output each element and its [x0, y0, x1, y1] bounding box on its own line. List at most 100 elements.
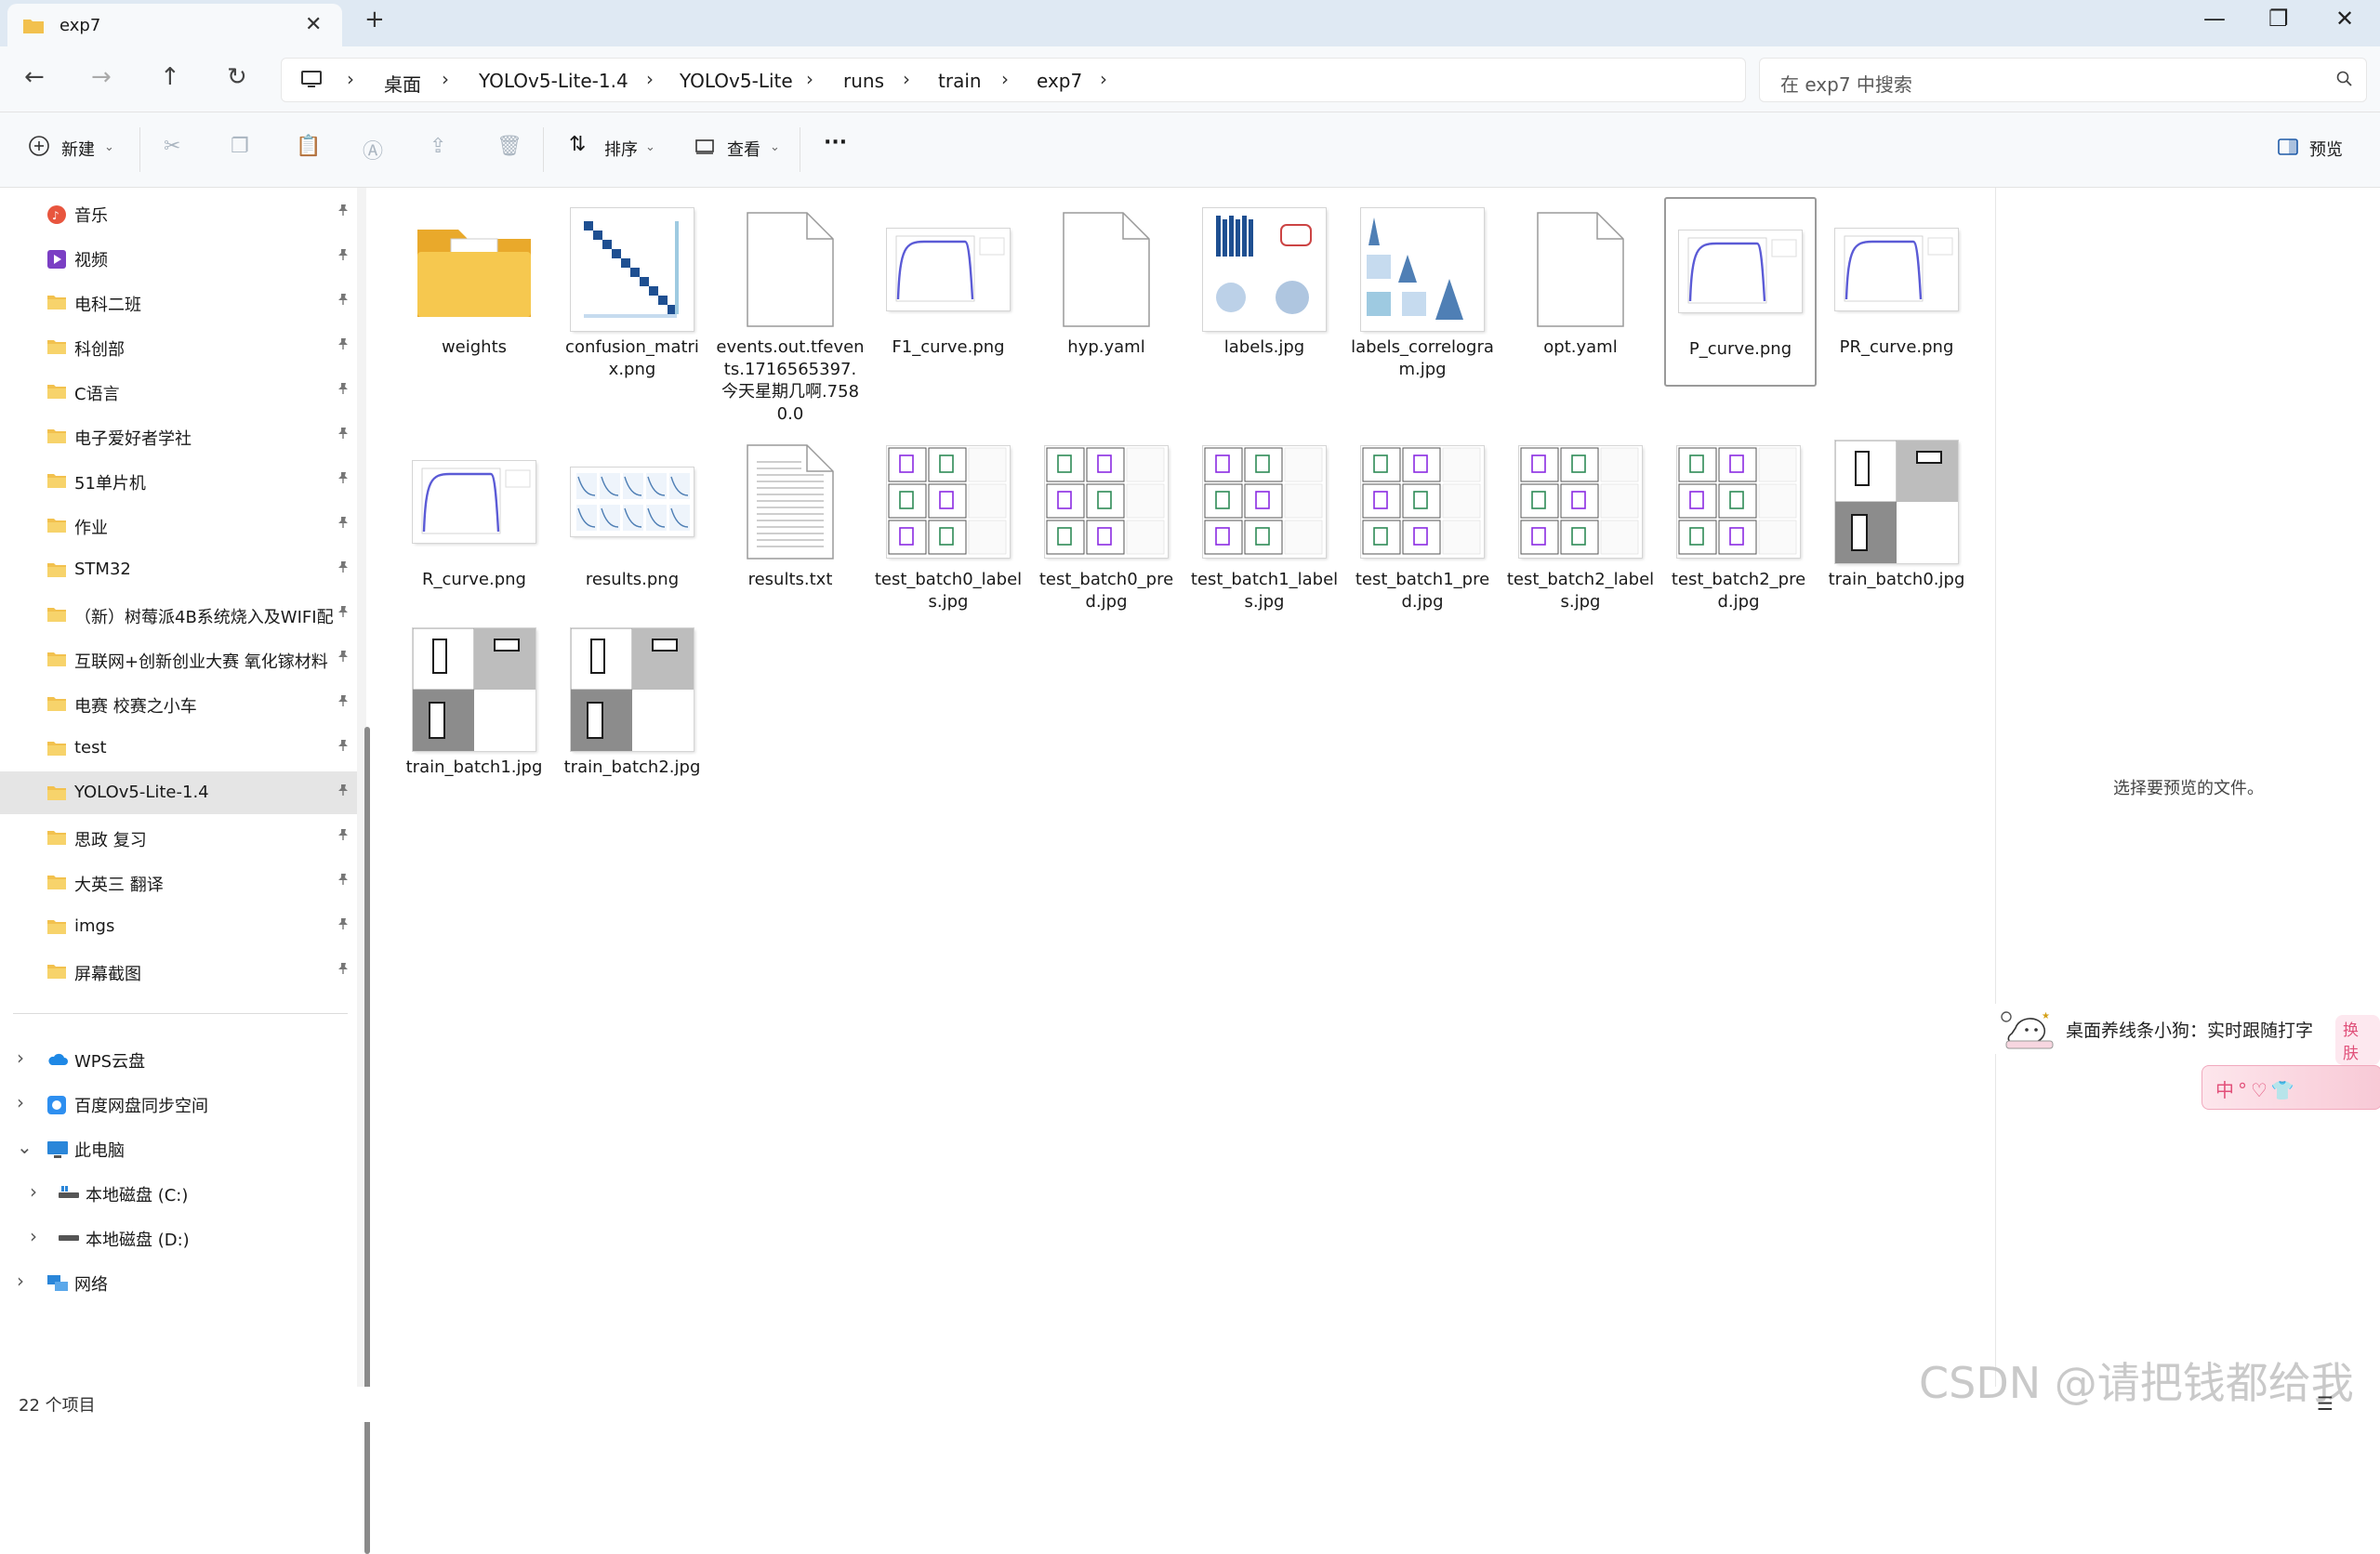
- file-item[interactable]: test_batch1_labels.jpg: [1190, 429, 1339, 615]
- sidebar-item[interactable]: 科创部: [0, 325, 357, 368]
- file-item[interactable]: labels.jpg: [1190, 197, 1339, 383]
- paste-icon[interactable]: 📋: [296, 135, 321, 158]
- chevron-right-icon[interactable]: ›: [17, 1047, 24, 1069]
- sidebar-item[interactable]: （新）树莓派4B系统烧入及WIFI配: [0, 593, 357, 636]
- tab-exp7[interactable]: exp7 ✕: [7, 4, 342, 46]
- file-item[interactable]: PR_curve.png: [1822, 197, 1971, 383]
- address-bar[interactable]: › 桌面 › YOLOv5-Lite-1.4 › YOLOv5-Lite › r…: [281, 58, 1746, 102]
- chevron-down-icon[interactable]: ⌄: [17, 1136, 33, 1158]
- tree-item[interactable]: › 本地磁盘 (D:): [0, 1216, 357, 1258]
- sidebar-item[interactable]: 电子爱好者学社: [0, 415, 357, 457]
- sidebar-item[interactable]: ♪ 音乐: [0, 191, 357, 234]
- breadcrumb-exp7[interactable]: exp7: [1037, 70, 1082, 92]
- tab-close-icon[interactable]: ✕: [305, 13, 322, 36]
- cut-icon[interactable]: ✂: [164, 135, 180, 158]
- delete-icon[interactable]: 🗑: [496, 135, 522, 158]
- sidebar-item[interactable]: 电赛 校赛之小车: [0, 682, 357, 725]
- computer-icon: [300, 70, 323, 94]
- pin-icon: [337, 560, 350, 577]
- scrollbar-thumb[interactable]: [364, 727, 370, 1554]
- sort-button[interactable]: 排序: [604, 137, 638, 161]
- tree-item-label: 本地磁盘 (C:): [86, 1186, 189, 1205]
- sidebar-item[interactable]: STM32: [0, 548, 357, 591]
- file-item[interactable]: events.out.tfevents.1716565397.今天星期几啊.75…: [716, 197, 865, 424]
- sidebar-item[interactable]: 互联网+创新创业大赛 氧化镓材料: [0, 638, 357, 680]
- breadcrumb-runs[interactable]: runs: [843, 70, 884, 92]
- file-item[interactable]: test_batch2_pred.jpg: [1664, 429, 1813, 615]
- sidebar-item[interactable]: C语言: [0, 370, 357, 413]
- minimize-button[interactable]: —: [2203, 6, 2226, 32]
- tree-item[interactable]: ⌄ 此电脑: [0, 1126, 357, 1169]
- file-item[interactable]: test_batch0_pred.jpg: [1032, 429, 1181, 615]
- view-button[interactable]: 查看: [727, 137, 760, 161]
- file-item[interactable]: hyp.yaml: [1032, 197, 1181, 383]
- file-item[interactable]: labels_correlogram.jpg: [1348, 197, 1497, 383]
- sidebar-item-label: 屏幕截图: [74, 965, 141, 984]
- close-window-button[interactable]: ✕: [2335, 6, 2354, 32]
- file-name: F1_curve.png: [892, 337, 1005, 357]
- chevron-right-icon[interactable]: ›: [30, 1180, 37, 1203]
- sidebar-item[interactable]: test: [0, 727, 357, 770]
- dog-mascot-icon: ★: [1999, 1009, 2064, 1056]
- file-item[interactable]: results.txt: [716, 429, 865, 615]
- folder-icon: [46, 874, 67, 894]
- file-item[interactable]: test_batch1_pred.jpg: [1348, 429, 1497, 615]
- file-item[interactable]: opt.yaml: [1506, 197, 1655, 383]
- more-options-button[interactable]: ···: [824, 131, 847, 154]
- breadcrumb-desktop[interactable]: 桌面: [384, 70, 421, 97]
- preview-button[interactable]: 预览: [2309, 137, 2343, 161]
- sidebar-item[interactable]: 视频: [0, 236, 357, 279]
- tree-item-label: 百度网盘同步空间: [74, 1097, 208, 1116]
- share-icon[interactable]: ⇪: [430, 135, 446, 158]
- tree-item[interactable]: › WPS云盘: [0, 1037, 357, 1080]
- sidebar-item[interactable]: YOLOv5-Lite-1.4: [0, 771, 357, 814]
- folder-icon: [46, 963, 67, 983]
- chevron-right-icon[interactable]: ›: [30, 1225, 37, 1247]
- chevron-right-icon[interactable]: ›: [17, 1270, 24, 1292]
- file-item[interactable]: R_curve.png: [400, 429, 549, 615]
- rename-icon[interactable]: Ⓐ: [363, 135, 383, 165]
- new-button[interactable]: 新建: [61, 137, 95, 161]
- search-box[interactable]: 在 exp7 中搜索: [1759, 58, 2367, 102]
- sidebar-item[interactable]: 屏幕截图: [0, 950, 357, 993]
- search-icon[interactable]: [2336, 71, 2353, 91]
- file-item[interactable]: weights: [400, 197, 549, 383]
- sidebar-item-label: imgs: [74, 916, 115, 936]
- file-item[interactable]: train_batch2.jpg: [558, 617, 707, 803]
- file-item[interactable]: P_curve.png: [1664, 197, 1817, 387]
- tree-item[interactable]: › 百度网盘同步空间: [0, 1082, 357, 1125]
- details-view-icon[interactable]: ☰: [2317, 1392, 2334, 1415]
- ime-status-pill[interactable]: 中°♡👕: [2202, 1065, 2380, 1110]
- breadcrumb-train[interactable]: train: [938, 70, 982, 92]
- title-bar: exp7 ✕ + — ❐ ✕: [0, 0, 2380, 46]
- maximize-button[interactable]: ❐: [2268, 6, 2289, 32]
- file-item[interactable]: train_batch1.jpg: [400, 617, 549, 803]
- tree-item[interactable]: › 网络: [0, 1260, 357, 1303]
- up-button[interactable]: ↑: [160, 63, 180, 91]
- new-tab-button[interactable]: +: [364, 6, 385, 33]
- sidebar-item[interactable]: imgs: [0, 905, 357, 948]
- file-item[interactable]: test_batch2_labels.jpg: [1506, 429, 1655, 615]
- item-count: 22 个项目: [19, 1396, 96, 1416]
- sidebar-item[interactable]: 思政 复习: [0, 816, 357, 859]
- refresh-button[interactable]: ↻: [227, 63, 247, 91]
- sidebar-item[interactable]: 作业: [0, 504, 357, 547]
- chevron-right-icon[interactable]: ›: [17, 1091, 24, 1113]
- file-item[interactable]: test_batch0_labels.jpg: [874, 429, 1023, 615]
- file-item[interactable]: results.png: [558, 429, 707, 615]
- change-skin-button[interactable]: 换肤: [2335, 1015, 2380, 1065]
- forward-button[interactable]: →: [91, 63, 112, 91]
- back-button[interactable]: ←: [24, 63, 45, 91]
- copy-icon[interactable]: ❐: [231, 135, 249, 158]
- ime-toolbar[interactable]: ★ 桌面养线条小狗：实时跟随打字 换肤: [1995, 1004, 2380, 1065]
- tree-item[interactable]: › 本地磁盘 (C:): [0, 1171, 357, 1214]
- file-item[interactable]: train_batch0.jpg: [1822, 429, 1971, 615]
- file-item[interactable]: confusion_matrix.png: [558, 197, 707, 383]
- sidebar-item[interactable]: 电科二班: [0, 281, 357, 323]
- file-item[interactable]: F1_curve.png: [874, 197, 1023, 383]
- breadcrumb-yolov5-lite[interactable]: YOLOv5-Lite: [680, 70, 793, 92]
- sidebar-item[interactable]: 大英三 翻译: [0, 861, 357, 903]
- sidebar-item[interactable]: 51单片机: [0, 459, 357, 502]
- file-list: weights confusion_matrix.png events.out.tf…: [379, 188, 1990, 1387]
- breadcrumb-yolov5-lite-1-4[interactable]: YOLOv5-Lite-1.4: [479, 70, 628, 92]
